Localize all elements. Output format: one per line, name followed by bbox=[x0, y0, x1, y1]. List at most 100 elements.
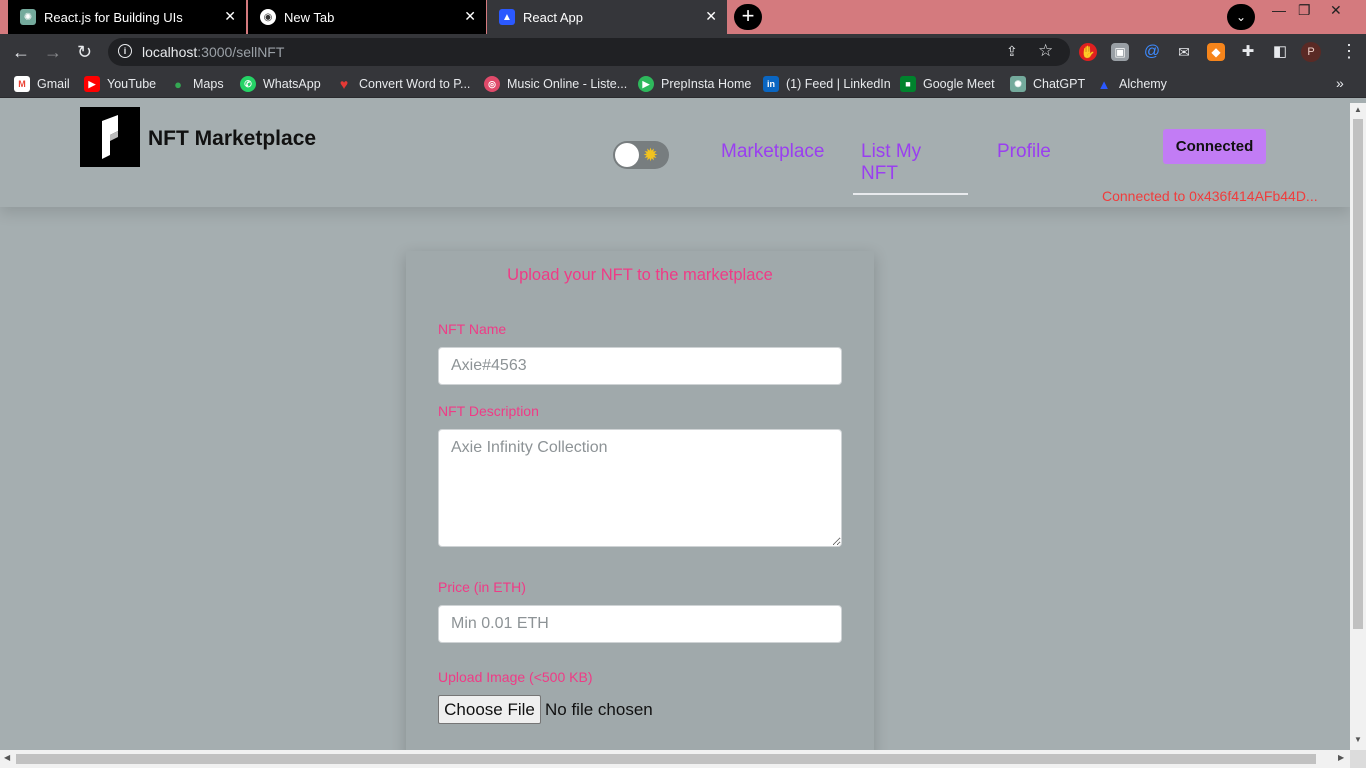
heart-icon: ♥ bbox=[339, 76, 349, 92]
new-tab-button[interactable]: + bbox=[734, 4, 762, 30]
price-input[interactable] bbox=[438, 605, 842, 643]
nft-description-input[interactable] bbox=[438, 429, 842, 547]
google-meet-icon: ■ bbox=[900, 76, 916, 92]
choose-file-button[interactable]: Choose File bbox=[438, 695, 541, 724]
app-header: NFT Marketplace ✹ Marketplace List My NF… bbox=[0, 103, 1350, 207]
more-menu-icon[interactable]: ⋮ bbox=[1340, 41, 1358, 62]
mail-icon[interactable]: ✉ bbox=[1175, 43, 1193, 61]
bookmark-youtube[interactable]: ▶ YouTube bbox=[84, 76, 156, 92]
bookmark-star-icon[interactable]: ☆ bbox=[1038, 41, 1053, 61]
url-path: :3000/sellNFT bbox=[197, 44, 285, 60]
chrome-icon: ◉ bbox=[260, 9, 276, 25]
whatsapp-icon: ✆ bbox=[240, 76, 256, 92]
bookmark-label: (1) Feed | LinkedIn bbox=[786, 77, 891, 91]
bookmark-alchemy[interactable]: ▲ Alchemy bbox=[1096, 76, 1167, 92]
share-icon[interactable]: ⇪ bbox=[1006, 43, 1018, 60]
youtube-icon: ▶ bbox=[84, 76, 100, 92]
profile-avatar[interactable]: P bbox=[1301, 42, 1321, 62]
browser-toolbar: ← → ↻ i localhost:3000/sellNFT ⇪ ☆ ✋ ▣ @… bbox=[0, 34, 1366, 70]
tab-title: New Tab bbox=[284, 9, 335, 25]
maps-icon: ● bbox=[174, 76, 182, 92]
forward-icon[interactable]: → bbox=[44, 42, 62, 63]
tab-new-tab[interactable]: ◉ New Tab ✕ bbox=[248, 0, 486, 34]
brand-logo[interactable] bbox=[80, 107, 140, 167]
vertical-scrollbar[interactable]: ▲ ▼ bbox=[1350, 103, 1366, 750]
address-url[interactable]: localhost:3000/sellNFT bbox=[142, 44, 284, 60]
bookmark-chatgpt[interactable]: ✺ ChatGPT bbox=[1010, 76, 1085, 92]
minimize-icon[interactable]: — bbox=[1272, 2, 1286, 18]
scroll-left-icon[interactable]: ◀ bbox=[4, 753, 10, 762]
price-label: Price (in ETH) bbox=[438, 579, 526, 595]
bookmark-label: Alchemy bbox=[1119, 77, 1167, 91]
more-bookmarks-icon[interactable]: » bbox=[1336, 75, 1344, 91]
alchemy-icon: ▲ bbox=[499, 9, 515, 25]
scroll-up-icon[interactable]: ▲ bbox=[1354, 105, 1362, 114]
bookmark-whatsapp[interactable]: ✆ WhatsApp bbox=[240, 76, 321, 92]
metamask-icon[interactable]: ◆ bbox=[1207, 43, 1225, 61]
bookmark-label: Google Meet bbox=[923, 77, 995, 91]
bookmark-label: Maps bbox=[193, 77, 224, 91]
sun-icon: ✹ bbox=[643, 145, 659, 165]
scrollbar-corner bbox=[1350, 750, 1366, 768]
brand-name[interactable]: NFT Marketplace bbox=[148, 127, 316, 151]
bookmark-convert-word[interactable]: ♥ Convert Word to P... bbox=[336, 76, 471, 92]
close-icon[interactable]: ✕ bbox=[464, 8, 476, 25]
bookmarks-bar: M Gmail ▶ YouTube ● Maps ✆ WhatsApp ♥ Convert… bbox=[0, 70, 1366, 98]
nav-list-my-nft[interactable]: List My NFT bbox=[853, 141, 968, 195]
tab-title: React App bbox=[523, 9, 583, 25]
logo-icon bbox=[102, 115, 118, 159]
bookmark-prepinsta[interactable]: ▶ PrepInsta Home bbox=[638, 76, 751, 92]
nft-description-label: NFT Description bbox=[438, 403, 539, 419]
tab-react-app[interactable]: ▲ React App ✕ bbox=[487, 0, 727, 34]
chatgpt-icon: ✺ bbox=[20, 9, 36, 25]
close-icon[interactable]: ✕ bbox=[705, 8, 717, 25]
bookmark-label: Convert Word to P... bbox=[359, 77, 471, 91]
bookmark-music-online[interactable]: ◎ Music Online - Liste... bbox=[484, 76, 627, 92]
url-host: localhost bbox=[142, 44, 198, 60]
alchemy-icon: ▲ bbox=[1097, 76, 1111, 92]
window-close-icon[interactable]: ✕ bbox=[1330, 2, 1342, 19]
page-viewport: NFT Marketplace ✹ Marketplace List My NF… bbox=[0, 103, 1350, 750]
scroll-right-icon[interactable]: ▶ bbox=[1338, 753, 1344, 762]
extension-photo-icon[interactable]: ▣ bbox=[1111, 43, 1129, 61]
restore-icon[interactable]: ❐ bbox=[1298, 2, 1311, 19]
horizontal-scrollbar[interactable]: ◀ ▶ bbox=[0, 750, 1350, 768]
info-icon[interactable]: i bbox=[118, 44, 132, 58]
bookmark-label: YouTube bbox=[107, 77, 157, 91]
horizontal-scroll-thumb[interactable] bbox=[16, 754, 1316, 764]
file-status: No file chosen bbox=[545, 700, 653, 719]
bookmark-label: WhatsApp bbox=[263, 77, 321, 91]
bookmark-label: Gmail bbox=[37, 77, 70, 91]
theme-toggle[interactable]: ✹ bbox=[613, 141, 669, 169]
scroll-down-icon[interactable]: ▼ bbox=[1354, 735, 1362, 744]
upload-nft-form: Upload your NFT to the marketplace NFT N… bbox=[406, 251, 874, 750]
tab-title: React.js for Building UIs bbox=[44, 9, 183, 25]
upload-image-label: Upload Image (<500 KB) bbox=[438, 669, 593, 685]
tab-react-course[interactable]: ✺ React.js for Building UIs ✕ bbox=[8, 0, 246, 34]
nft-name-label: NFT Name bbox=[438, 321, 507, 337]
bookmark-linkedin[interactable]: in (1) Feed | LinkedIn bbox=[763, 76, 891, 92]
reload-icon[interactable]: ↻ bbox=[77, 42, 92, 63]
bookmark-maps[interactable]: ● Maps bbox=[170, 76, 224, 92]
linkedin-icon: in bbox=[763, 76, 779, 92]
back-icon[interactable]: ← bbox=[12, 42, 30, 63]
gmail-icon: M bbox=[14, 76, 30, 92]
toggle-knob bbox=[615, 143, 639, 167]
vertical-scroll-thumb[interactable] bbox=[1353, 119, 1363, 629]
connect-wallet-button[interactable]: Connected bbox=[1163, 129, 1266, 164]
bookmark-label: Music Online - Liste... bbox=[507, 77, 628, 91]
email-at-icon[interactable]: @ bbox=[1143, 43, 1161, 61]
bookmark-google-meet[interactable]: ■ Google Meet bbox=[900, 76, 995, 92]
nft-name-input[interactable] bbox=[438, 347, 842, 385]
close-icon[interactable]: ✕ bbox=[224, 8, 236, 25]
prepinsta-icon: ▶ bbox=[638, 76, 654, 92]
extensions-puzzle-icon[interactable]: ✚ bbox=[1239, 43, 1257, 61]
side-panel-icon[interactable]: ◧ bbox=[1271, 43, 1289, 61]
tab-search-icon[interactable]: ⌄ bbox=[1227, 4, 1255, 30]
nav-marketplace[interactable]: Marketplace bbox=[721, 141, 825, 163]
bookmark-label: ChatGPT bbox=[1033, 77, 1086, 91]
adblock-icon[interactable]: ✋ bbox=[1079, 43, 1097, 61]
address-bar[interactable]: i localhost:3000/sellNFT ⇪ ☆ bbox=[108, 38, 1070, 66]
bookmark-gmail[interactable]: M Gmail bbox=[14, 76, 70, 92]
nav-profile[interactable]: Profile bbox=[997, 141, 1051, 163]
